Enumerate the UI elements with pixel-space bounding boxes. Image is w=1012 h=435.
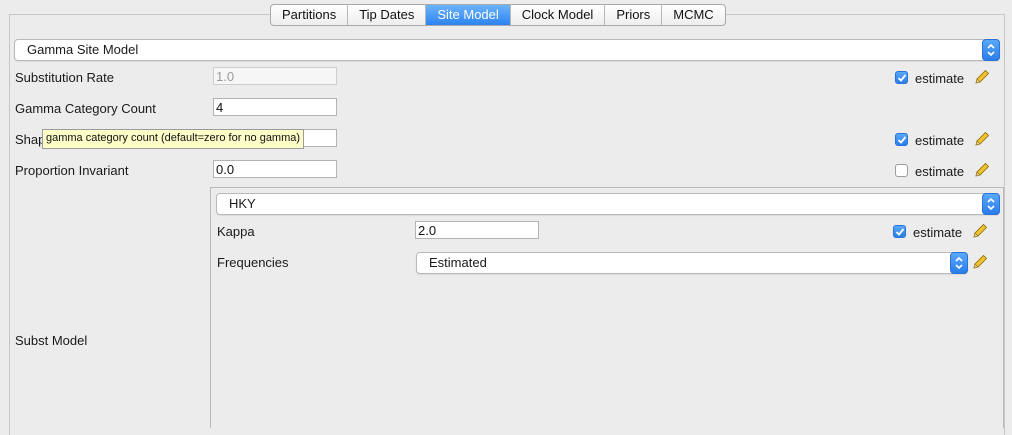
shape-estimate-label: estimate <box>915 133 965 148</box>
substitution-rate-label: Substitution Rate <box>15 70 115 85</box>
subst-model-select-value: HKY <box>229 196 256 211</box>
tab-partitions[interactable]: Partitions <box>271 5 349 25</box>
chevron-updown-icon <box>982 193 1000 215</box>
chevron-updown-icon <box>950 252 968 274</box>
substitution-rate-estimate-label: estimate <box>915 71 965 86</box>
subst-model-box <box>210 187 1004 428</box>
substitution-rate-input[interactable] <box>213 67 337 85</box>
proportion-invariant-estimate-label: estimate <box>915 164 965 179</box>
subst-model-select[interactable]: HKY <box>216 193 1000 215</box>
tab-priors[interactable]: Priors <box>605 5 663 25</box>
pencil-icon[interactable] <box>971 253 989 271</box>
pencil-icon[interactable] <box>971 222 989 240</box>
tab-bar: Partitions Tip Dates Site Model Clock Mo… <box>270 4 726 26</box>
pencil-icon[interactable] <box>973 68 991 86</box>
tab-tip-dates[interactable]: Tip Dates <box>348 5 427 25</box>
site-model-select-value: Gamma Site Model <box>27 42 139 57</box>
gamma-category-count-label: Gamma Category Count <box>15 101 156 116</box>
subst-model-label: Subst Model <box>15 333 88 348</box>
kappa-label: Kappa <box>217 224 255 239</box>
frequencies-select-value: Estimated <box>429 255 487 270</box>
kappa-input[interactable] <box>415 221 539 239</box>
proportion-invariant-input[interactable] <box>213 160 337 178</box>
frequencies-label: Frequencies <box>217 255 289 270</box>
checkmark-icon <box>897 136 907 144</box>
proportion-invariant-estimate-checkbox[interactable] <box>895 164 908 177</box>
kappa-estimate-label: estimate <box>913 225 963 240</box>
pencil-icon[interactable] <box>973 130 991 148</box>
gamma-category-count-tooltip: gamma category count (default=zero for n… <box>42 129 305 149</box>
checkmark-icon <box>897 74 907 82</box>
tab-site-model[interactable]: Site Model <box>426 5 511 25</box>
shape-estimate-checkbox[interactable] <box>895 133 908 146</box>
chevron-updown-icon <box>982 39 1000 61</box>
frequencies-select[interactable]: Estimated <box>416 252 968 274</box>
tab-clock-model[interactable]: Clock Model <box>511 5 606 25</box>
checkmark-icon <box>895 228 905 236</box>
site-model-select[interactable]: Gamma Site Model <box>14 39 1000 61</box>
gamma-category-count-input[interactable] <box>213 98 337 116</box>
proportion-invariant-label: Proportion Invariant <box>15 163 129 178</box>
substitution-rate-estimate-checkbox[interactable] <box>895 71 908 84</box>
tab-mcmc[interactable]: MCMC <box>662 5 724 25</box>
kappa-estimate-checkbox[interactable] <box>893 225 906 238</box>
pencil-icon[interactable] <box>973 161 991 179</box>
